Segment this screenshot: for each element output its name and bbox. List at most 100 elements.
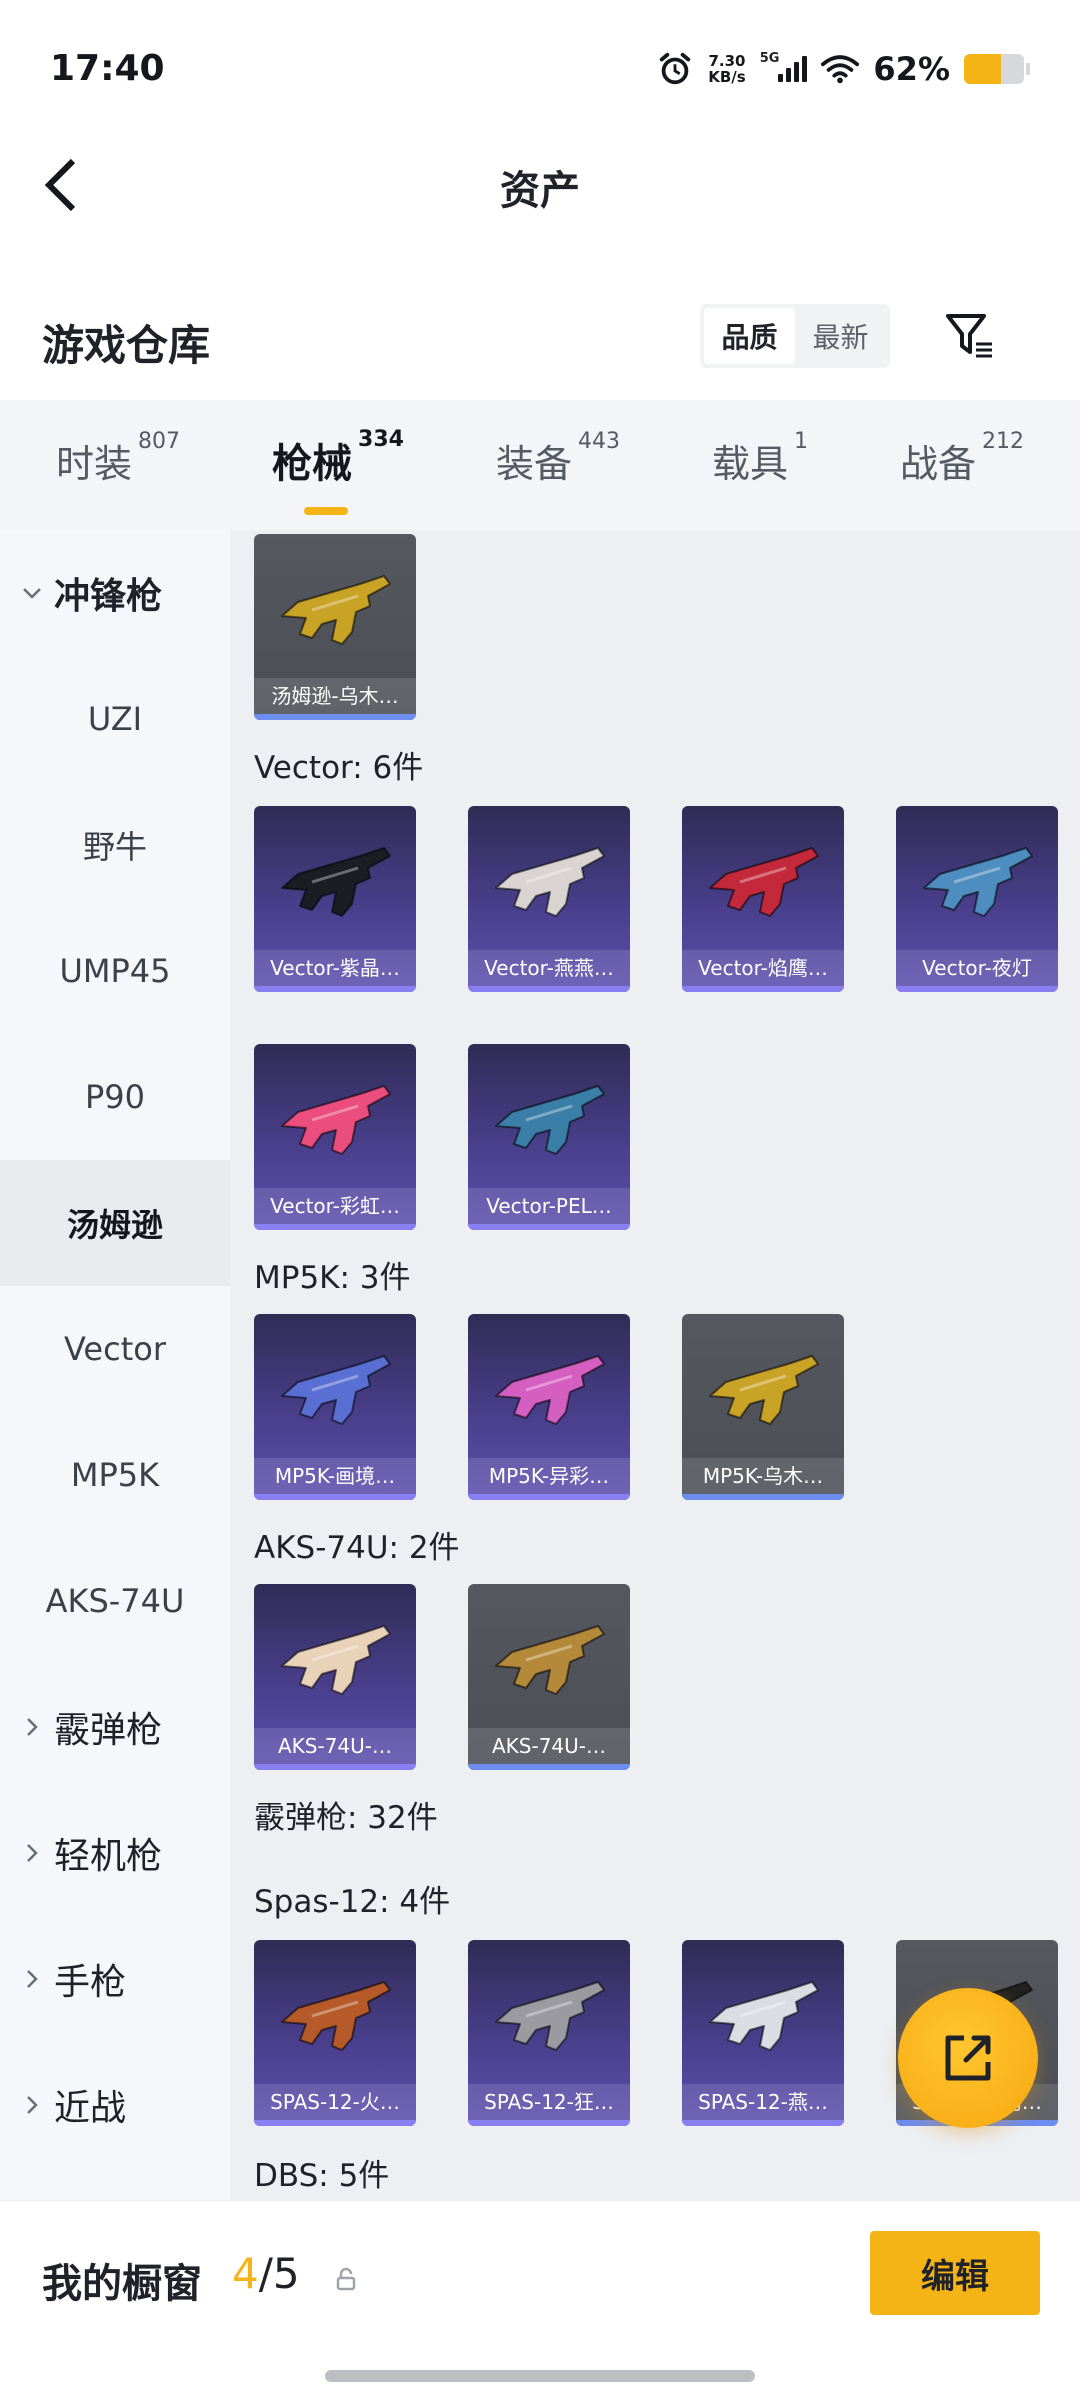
weapon-card[interactable]: Vector-焰鹰…	[682, 806, 844, 992]
tab-count: 334	[358, 427, 404, 452]
weapon-name: MP5K-乌木…	[682, 1458, 844, 1494]
sidebar-item-bizon[interactable]: 野牛	[0, 782, 230, 908]
weapon-image-icon	[495, 1981, 605, 2051]
sidebar-item-label: 霰弹枪	[54, 1710, 163, 1751]
weapon-card[interactable]: SPAS-12-燕…	[682, 1940, 844, 2126]
sidebar-item-uzi[interactable]: UZI	[0, 656, 230, 782]
rarity-bar	[682, 986, 844, 992]
sidebar-item-p90[interactable]: P90	[0, 1034, 230, 1160]
sidebar-item-thompson[interactable]: 汤姆逊	[0, 1160, 230, 1286]
sidebar-group-shotgun[interactable]: 霰弹枪	[0, 1664, 230, 1790]
showcase-total: 5	[272, 2249, 300, 2298]
tab-firearms[interactable]: 枪械 334	[272, 427, 404, 515]
sidebar-item-aks74u[interactable]: AKS-74U	[0, 1538, 230, 1664]
status-time: 17:40	[50, 48, 165, 89]
sort-quality-button[interactable]: 品质	[704, 308, 795, 364]
rarity-bar	[468, 1494, 630, 1500]
net-speed-value: 7.30	[708, 52, 746, 70]
section-title-spas12: Spas-12: 4件	[254, 1884, 451, 1920]
weapon-image-icon	[281, 847, 391, 917]
sidebar-item-mp5k[interactable]: MP5K	[0, 1412, 230, 1538]
tab-fashion[interactable]: 时装 807	[56, 429, 180, 498]
sidebar-item-vector[interactable]: Vector	[0, 1286, 230, 1412]
sidebar-item-label: 冲锋枪	[54, 576, 163, 617]
sort-newest-button[interactable]: 最新	[795, 308, 886, 364]
weapon-name: MP5K-画境…	[254, 1458, 416, 1494]
rarity-bar	[682, 1494, 844, 1500]
rarity-bar	[254, 1764, 416, 1770]
weapon-card[interactable]: MP5K-乌木…	[682, 1314, 844, 1500]
chevron-right-icon	[27, 1718, 38, 1736]
sidebar-group-melee[interactable]: 近战	[0, 2042, 230, 2168]
weapon-card[interactable]: Vector-夜灯	[896, 806, 1058, 992]
rarity-bar	[468, 1224, 630, 1230]
showcase-title: 我的橱窗	[42, 2261, 202, 2307]
weapon-image-icon	[281, 1625, 391, 1695]
weapon-card[interactable]: MP5K-异彩…	[468, 1314, 630, 1500]
weapon-name: Vector-PEL…	[468, 1188, 630, 1224]
rarity-bar	[254, 1224, 416, 1230]
sidebar-group-lmg[interactable]: 轻机枪	[0, 1790, 230, 1916]
edit-button[interactable]: 编辑	[870, 2231, 1040, 2315]
weapon-image-icon	[923, 847, 1033, 917]
weapon-card[interactable]: AKS-74U-…	[468, 1584, 630, 1770]
rarity-bar	[254, 1494, 416, 1500]
signal-icon: 5G	[760, 51, 808, 82]
weapon-image-icon	[281, 575, 391, 645]
tab-equipment[interactable]: 装备 443	[496, 429, 620, 498]
weapon-card[interactable]: Vector-PEL…	[468, 1044, 630, 1230]
weapon-card[interactable]: AKS-74U-…	[254, 1584, 416, 1770]
warehouse-header: 游戏仓库 品质 最新	[0, 290, 1080, 390]
weapon-card[interactable]: Vector-燕燕…	[468, 806, 630, 992]
section-title-dbs: DBS: 5件	[254, 2158, 390, 2194]
tab-vehicles[interactable]: 载具 1	[712, 429, 808, 498]
alarm-icon	[660, 52, 691, 85]
status-icons: 7.30 KB/s 5G 62%	[656, 44, 1030, 94]
chevron-right-icon	[27, 1844, 38, 1862]
weapon-name: AKS-74U-…	[254, 1728, 416, 1764]
weapon-name: AKS-74U-…	[468, 1728, 630, 1764]
weapon-image-icon	[495, 847, 605, 917]
rarity-bar	[468, 986, 630, 992]
section-title-aks74u: AKS-74U: 2件	[254, 1530, 460, 1566]
sidebar-item-label: 近战	[54, 2088, 127, 2129]
share-external-icon	[945, 2035, 991, 2081]
weapon-image-icon	[495, 1625, 605, 1695]
sidebar-group-smg[interactable]: 冲锋枪	[0, 530, 230, 656]
share-fab-button[interactable]	[898, 1988, 1038, 2128]
weapon-card[interactable]: SPAS-12-狂…	[468, 1940, 630, 2126]
sidebar-item-label: 手枪	[54, 1962, 127, 2003]
home-indicator[interactable]	[325, 2370, 755, 2382]
weapon-image-icon	[709, 1981, 819, 2051]
weapon-name: Vector-紫晶…	[254, 950, 416, 986]
filter-button[interactable]	[940, 304, 1000, 368]
sidebar-group-pistol[interactable]: 手枪	[0, 1916, 230, 2042]
weapon-card[interactable]: 汤姆逊-乌木…	[254, 534, 416, 720]
sort-toggle: 品质 最新	[700, 304, 890, 368]
weapon-card[interactable]: Vector-紫晶…	[254, 806, 416, 992]
weapon-name: 汤姆逊-乌木…	[254, 678, 416, 714]
weapon-name: Vector-燕燕…	[468, 950, 630, 986]
tab-supplies[interactable]: 战备 212	[900, 429, 1024, 498]
wifi-icon	[821, 55, 860, 84]
filter-icon	[946, 314, 992, 358]
top-app-bar: 资产	[0, 140, 1080, 230]
showcase-count: 4/5	[232, 2249, 300, 2298]
weapon-name: Vector-焰鹰…	[682, 950, 844, 986]
weapon-card[interactable]: SPAS-12-火…	[254, 1940, 416, 2126]
showcase-separator: /	[258, 2249, 273, 2298]
weapon-name: SPAS-12-火…	[254, 2084, 416, 2120]
rarity-bar	[254, 714, 416, 720]
weapon-image-icon	[495, 1085, 605, 1155]
weapon-image-icon	[709, 1355, 819, 1425]
network-type: 5G	[759, 51, 780, 66]
rarity-bar	[468, 1764, 630, 1770]
rarity-bar	[896, 986, 1058, 992]
chevron-right-icon	[27, 1970, 38, 1988]
net-speed: 7.30 KB/s	[708, 53, 745, 85]
weapon-card[interactable]: Vector-彩虹…	[254, 1044, 416, 1230]
battery-cap	[1026, 63, 1030, 75]
rarity-bar	[254, 986, 416, 992]
weapon-card[interactable]: MP5K-画境…	[254, 1314, 416, 1500]
sidebar-item-ump45[interactable]: UMP45	[0, 908, 230, 1034]
